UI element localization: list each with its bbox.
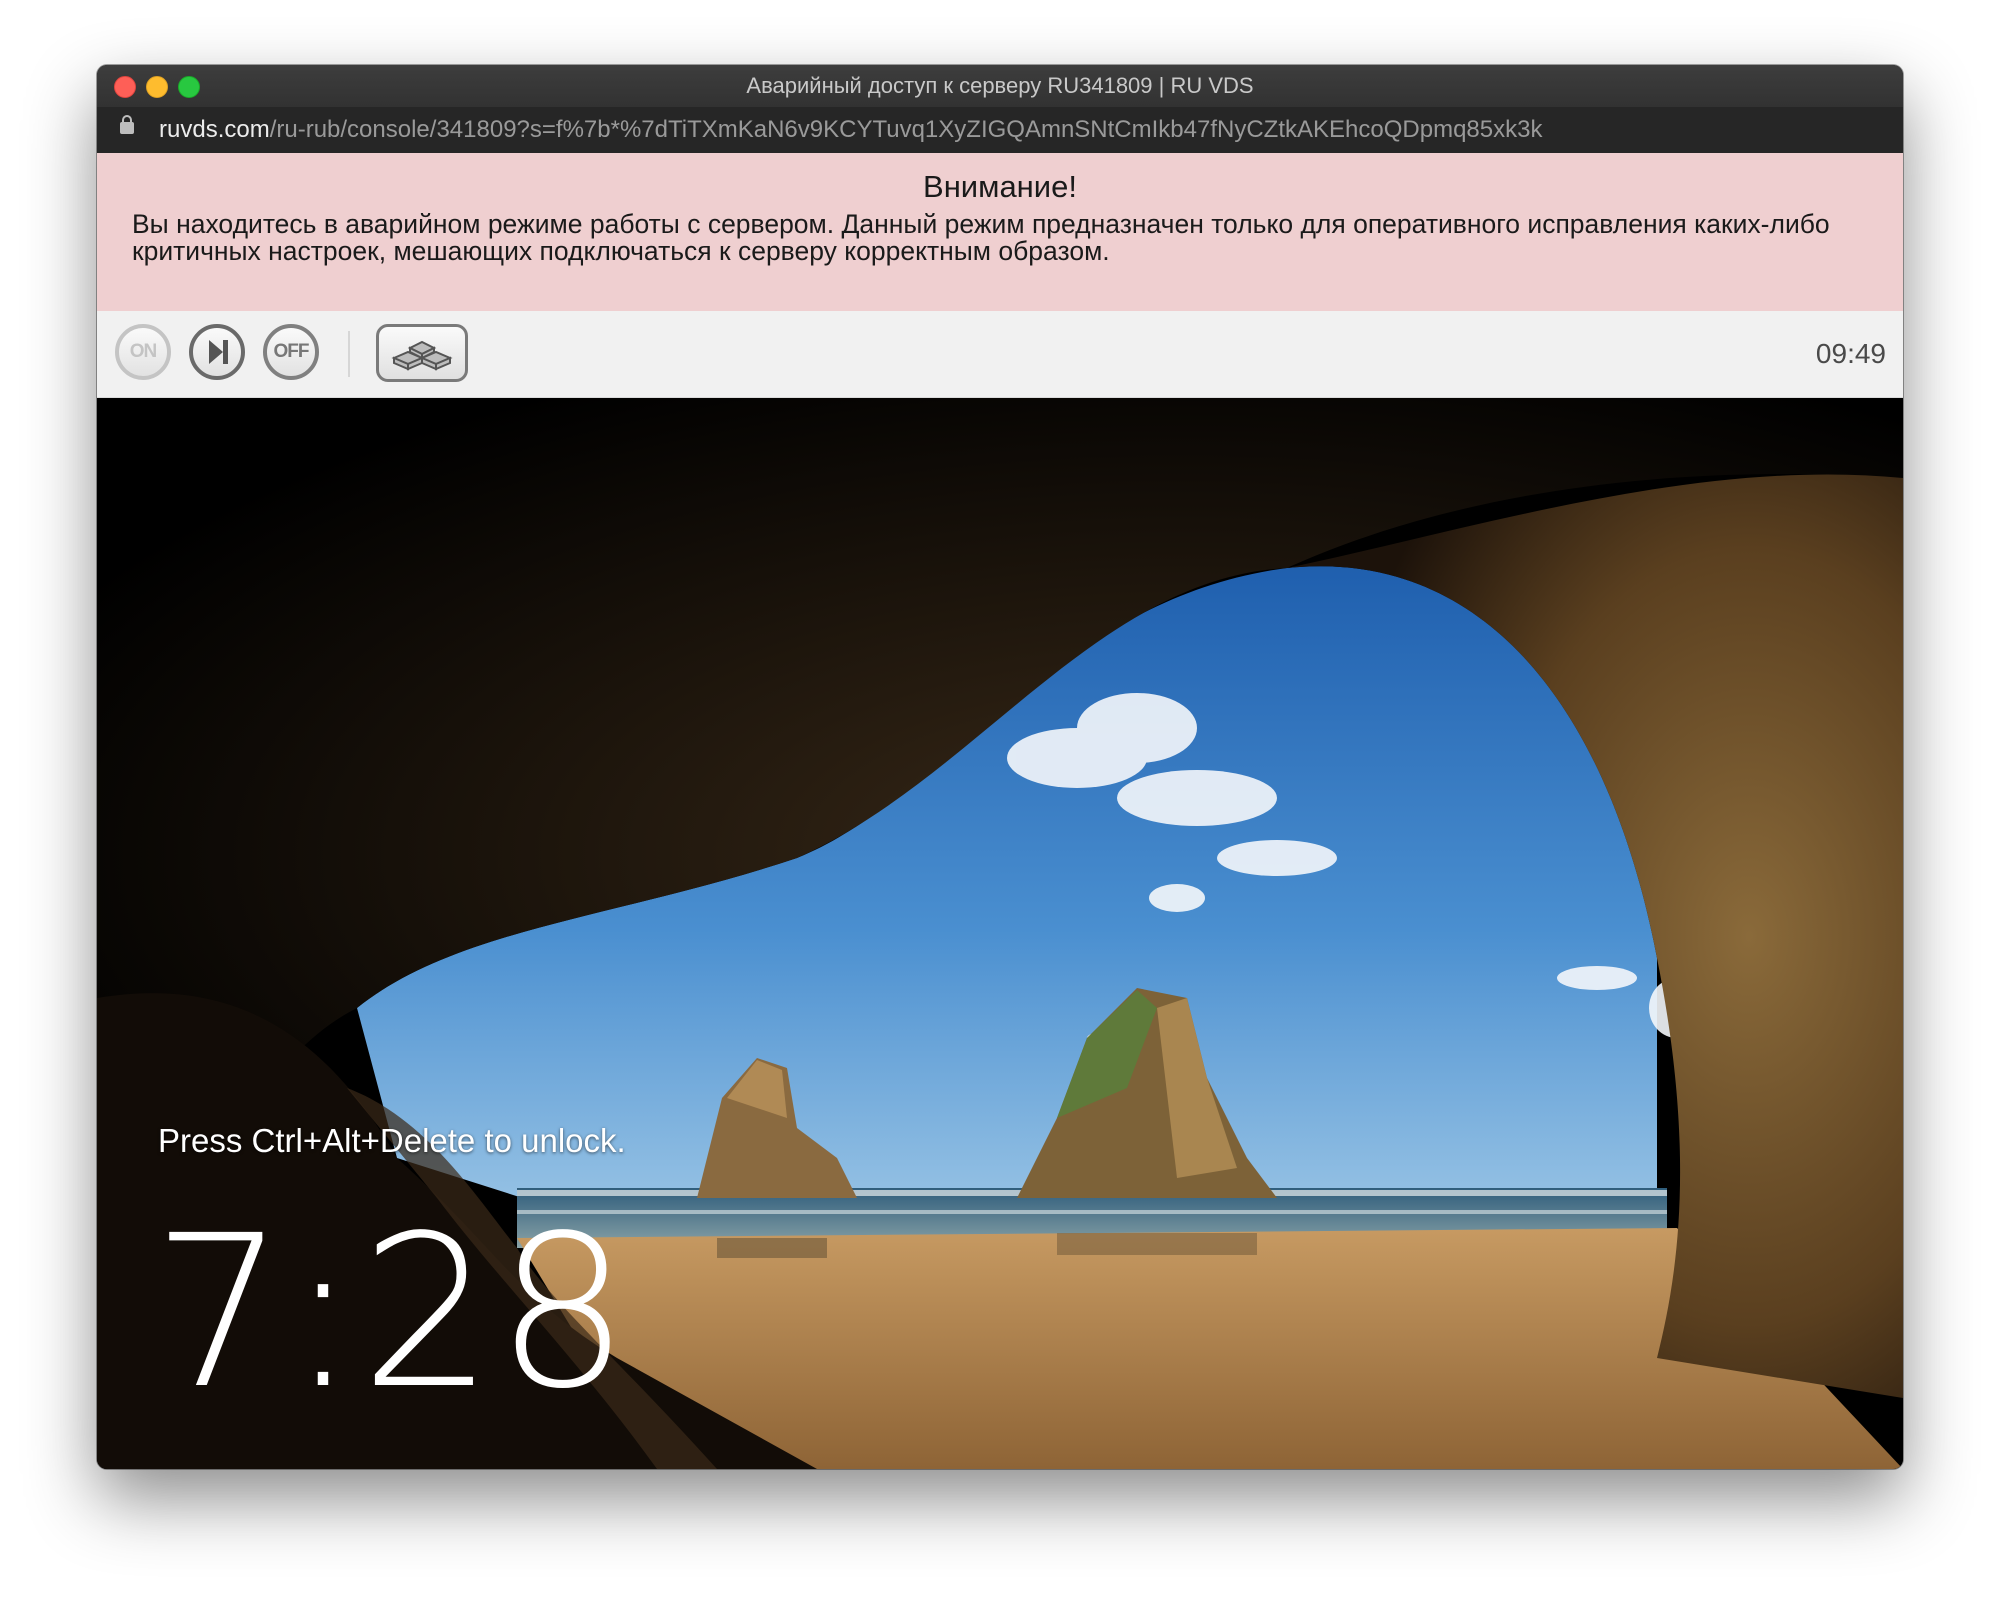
url-path: /ru-rub/console/341809?s=f%7b*%7dTiTXmKa… (269, 116, 1543, 143)
url-text[interactable]: ruvds.com/ru-rub/console/341809?s=f%7b*%… (159, 107, 1542, 153)
power-on-button[interactable]: ON (115, 324, 171, 380)
reset-icon (209, 340, 228, 364)
address-bar[interactable]: ruvds.com/ru-rub/console/341809?s=f%7b*%… (97, 107, 1903, 153)
close-window-button[interactable] (114, 76, 136, 98)
ctrl-alt-del-icon (391, 340, 453, 371)
window-title: Аварийный доступ к серверу RU341809 | RU… (746, 73, 1254, 98)
maximize-window-button[interactable] (178, 76, 200, 98)
remote-screen[interactable]: Press Ctrl+Alt+Delete to unlock. 7:28 (97, 398, 1903, 1469)
title-bar[interactable]: Аварийный доступ к серверу RU341809 | RU… (97, 65, 1903, 107)
lockscreen-clock: 7:28 (152, 1190, 632, 1435)
url-host: ruvds.com (159, 116, 270, 143)
browser-window: Аварийный доступ к серверу RU341809 | RU… (97, 65, 1903, 1469)
unlock-hint: Press Ctrl+Alt+Delete to unlock. (158, 1122, 626, 1159)
power-off-button[interactable]: OFF (263, 324, 319, 380)
ctrl-alt-del-button[interactable] (376, 324, 468, 382)
reset-button[interactable] (189, 324, 245, 380)
toolbar-divider (348, 331, 350, 377)
minimize-window-button[interactable] (146, 76, 168, 98)
warning-banner: Внимание! Вы находитесь в аварийном режи… (97, 153, 1903, 311)
console-toolbar: ON OFF 09:49 (97, 311, 1903, 398)
lock-icon (120, 115, 134, 134)
toolbar-clock: 09:49 (1815, 338, 1886, 369)
warning-title: Внимание! (923, 169, 1077, 204)
warning-text: Вы находитесь в аварийном режиме работы … (132, 209, 1830, 266)
